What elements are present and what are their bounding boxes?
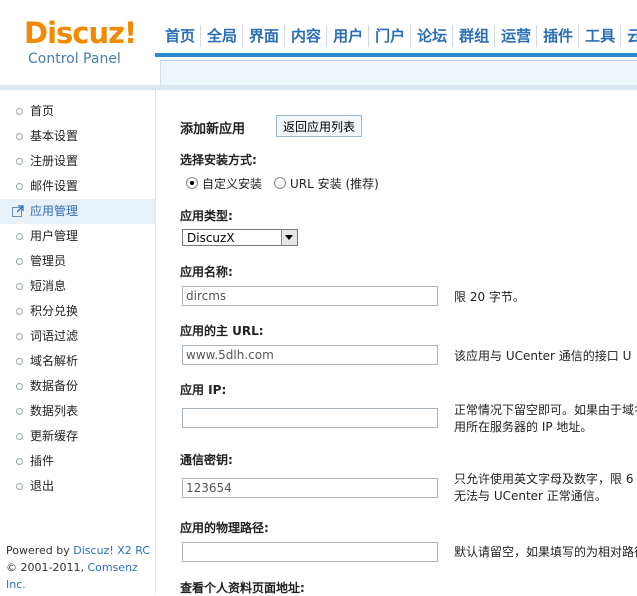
sidebar-item-word-filter[interactable]: 词语过滤 [0,324,155,349]
sidebar-item-plugins[interactable]: 插件 [0,449,155,474]
bullet-icon [16,383,23,390]
logo: Discuz! [24,16,137,50]
sidebar-item-app-management[interactable]: 应用管理 [0,199,155,224]
sidebar-item-messages[interactable]: 短消息 [0,274,155,299]
sidebar-item-credit-exchange[interactable]: 积分兑换 [0,299,155,324]
tab-forum[interactable]: 论坛 [412,25,454,47]
app-path-input[interactable] [182,542,438,562]
tab-cloud[interactable]: 云平台 [622,25,637,47]
app-url-hint: 该应用与 UCenter 通信的接口 U [454,349,632,363]
tab-content[interactable]: 内容 [286,25,328,47]
comm-key-input[interactable] [182,478,438,498]
bullet-icon [16,458,23,465]
app-ip-hint: 正常情况下留空即可。如果由于域名 用所在服务器的 IP 地址。 [454,403,637,434]
tab-tools[interactable]: 工具 [580,25,622,47]
discuz-link[interactable]: Discuz! X2 RC [73,544,150,557]
app-type-select[interactable]: DiscuzX [182,229,298,246]
sidebar: 首页 基本设置 注册设置 邮件设置 应用管理 用户管理 管理员 短消息 积分兑换… [0,90,156,595]
app-url-input[interactable] [182,345,438,365]
profile-url-label: 查看个人资料页面地址: [180,581,305,595]
sidebar-item-admins[interactable]: 管理员 [0,249,155,274]
bullet-icon [16,258,23,265]
main-content: 添加新应用 返回应用列表 选择安装方式: 自定义安装 URL 安装 (推荐) 应用… [180,90,637,595]
external-link-icon [12,205,24,217]
sidebar-footer: Powered by Discuz! X2 RC © 2001-2011, Co… [6,544,151,591]
bullet-icon [16,433,23,440]
sub-nav-bar [160,60,637,88]
bullet-icon [16,233,23,240]
bullet-icon [16,283,23,290]
bullet-icon [16,183,23,190]
sidebar-item-logout[interactable]: 退出 [0,474,155,499]
tab-home[interactable]: 首页 [155,25,202,47]
logo-area: Discuz! Control Panel [0,0,155,85]
bullet-icon [16,133,23,140]
comm-key-label: 通信密钥: [180,453,233,467]
app-ip-label: 应用 IP: [180,383,227,397]
radio-custom[interactable] [186,177,198,189]
tab-plugin[interactable]: 插件 [538,25,580,47]
tab-style[interactable]: 界面 [244,25,286,47]
app-path-hint: 默认请留空，如果填写的为相对路径 [454,545,637,559]
sidebar-item-data-list[interactable]: 数据列表 [0,399,155,424]
app-type-label: 应用类型: [180,209,233,223]
sidebar-item-backup[interactable]: 数据备份 [0,374,155,399]
sidebar-item-basic-settings[interactable]: 基本设置 [0,124,155,149]
bullet-icon [16,358,23,365]
app-name-hint: 限 20 字节。 [454,290,525,304]
bullet-icon [16,333,23,340]
app-url-label: 应用的主 URL: [180,324,264,338]
bullet-icon [16,408,23,415]
sidebar-item-domain[interactable]: 域名解析 [0,349,155,374]
nav-underline [155,53,637,57]
tab-global[interactable]: 全局 [202,25,244,47]
install-method-label: 选择安装方式: [180,153,257,167]
sidebar-item-home[interactable]: 首页 [0,99,155,124]
bullet-icon [16,483,23,490]
tab-portal[interactable]: 门户 [370,25,412,47]
app-name-label: 应用名称: [180,265,233,279]
sidebar-item-register-settings[interactable]: 注册设置 [0,149,155,174]
tab-group[interactable]: 群组 [454,25,496,47]
app-path-label: 应用的物理路径: [180,521,269,535]
comm-key-hint: 只允许使用英文字母及数字，限 6 无法与 UCenter 正常通信。 [454,472,634,503]
bullet-icon [16,308,23,315]
tab-operation[interactable]: 运营 [496,25,538,47]
logo-subtitle: Control Panel [28,51,121,67]
radio-url[interactable] [274,177,287,189]
install-method-options: 自定义安装 URL 安装 (推荐) [186,175,379,192]
bullet-icon [16,108,23,115]
dropdown-arrow-icon [281,230,297,245]
tab-user[interactable]: 用户 [328,25,370,47]
bullet-icon [16,158,23,165]
sidebar-item-user-management[interactable]: 用户管理 [0,224,155,249]
top-nav: 首页全局界面内容用户门户论坛群组运营插件工具云平台 [155,25,637,53]
sidebar-item-mail-settings[interactable]: 邮件设置 [0,174,155,199]
app-name-input[interactable] [182,286,438,306]
sidebar-item-update-cache[interactable]: 更新缓存 [0,424,155,449]
back-to-app-list-button[interactable]: 返回应用列表 [276,115,363,137]
app-ip-input[interactable] [182,408,438,428]
page-title: 添加新应用 [180,122,246,137]
